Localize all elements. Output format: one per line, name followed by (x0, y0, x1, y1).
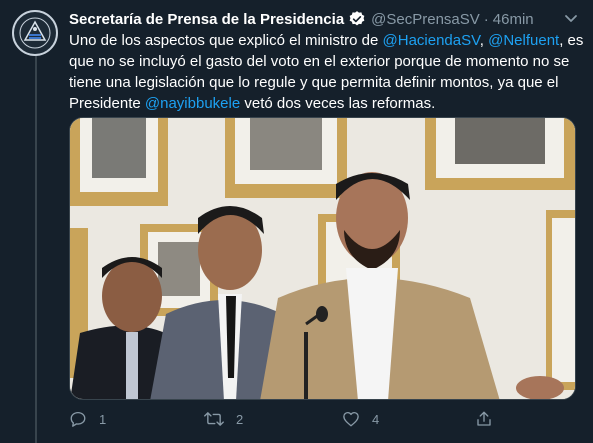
el-salvador-seal-icon (19, 17, 51, 49)
more-options-button[interactable] (559, 6, 583, 30)
tweet-text: Uno de los aspectos que explicó el minis… (69, 30, 584, 114)
tweet-photo[interactable] (69, 117, 576, 400)
reply-count: 1 (99, 411, 107, 427)
separator-dot: · (483, 10, 489, 28)
reply-button[interactable]: 1 (69, 404, 106, 434)
heart-icon (343, 411, 359, 427)
mention-link[interactable]: @HaciendaSV (383, 32, 480, 49)
tweet-text-part: , (479, 32, 489, 49)
press-conference-photo (70, 118, 575, 399)
avatar-column (0, 0, 64, 443)
timestamp[interactable]: 46min (493, 11, 534, 28)
chevron-down-icon (565, 15, 577, 22)
retweet-button[interactable]: 2 (204, 404, 243, 434)
tweet-text-part: Uno de los aspectos que explicó el minis… (69, 32, 383, 49)
display-name[interactable]: Secretaría de Prensa de la Presidencia (69, 11, 344, 28)
tweet-actions: 1 2 4 (69, 404, 509, 434)
mention-link[interactable]: @Nelfuent (488, 32, 559, 49)
tweet-header: Secretaría de Prensa de la Presidencia @… (69, 8, 589, 30)
verified-badge-icon (348, 10, 366, 28)
tweet-text-part: vetó dos veces las reformas. (240, 95, 436, 112)
share-icon (477, 411, 491, 426)
like-button[interactable]: 4 (342, 404, 379, 434)
like-count: 4 (372, 411, 380, 427)
reply-icon (70, 411, 86, 427)
handle[interactable]: @SecPrensaSV (371, 11, 480, 28)
mention-link[interactable]: @nayibbukele (145, 95, 240, 112)
retweet-icon (204, 412, 224, 426)
retweet-count: 2 (236, 411, 244, 427)
thread-line (35, 54, 37, 443)
share-button[interactable] (475, 404, 493, 434)
avatar[interactable] (12, 10, 58, 56)
